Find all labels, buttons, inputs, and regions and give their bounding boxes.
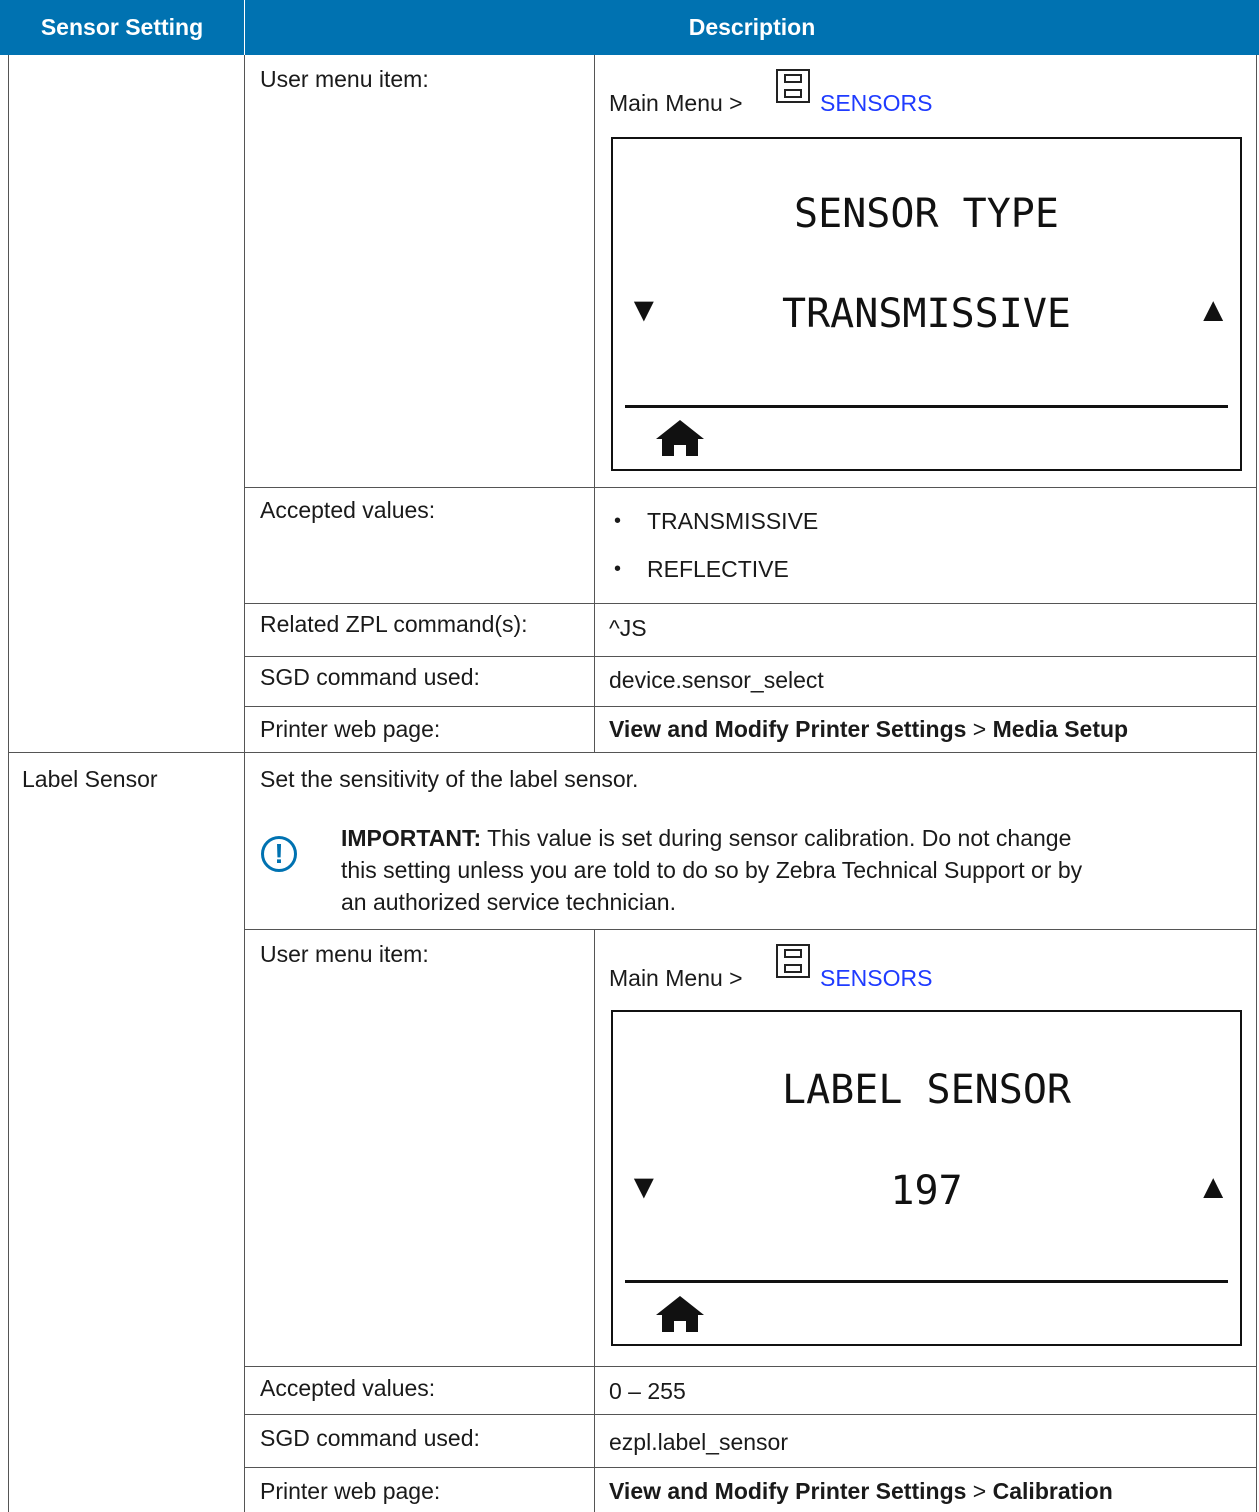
setting-intro: Set the sensitivity of the label sensor. [260, 766, 639, 792]
menu-path-prefix: Main Menu > [609, 90, 743, 116]
sensors-menu-icon [776, 69, 810, 103]
sgd-command-label: SGD command used: [260, 664, 480, 690]
sgd-command-label: SGD command used: [260, 1425, 480, 1451]
menu-path: Main Menu > [609, 964, 743, 992]
display-divider [625, 405, 1228, 408]
web-path-part: View and Modify Printer Settings [609, 1478, 967, 1504]
printer-web-page-label: Printer web page: [260, 716, 441, 742]
accepted-values-value: 0 – 255 [609, 1378, 686, 1404]
accepted-values-label: Accepted values: [260, 1375, 436, 1401]
user-menu-label: User menu item: [260, 66, 429, 92]
important-icon: ! [261, 836, 297, 872]
display-title: LABEL SENSOR [782, 1067, 1071, 1113]
row-divider [244, 487, 1256, 488]
accepted-value-item: TRANSMISSIVE [647, 508, 819, 534]
menu-path: Main Menu > [609, 89, 743, 117]
home-icon[interactable] [654, 1294, 706, 1334]
sgd-command-value: device.sensor_select [609, 667, 824, 693]
zpl-command-value: ^JS [609, 615, 647, 641]
row-divider [244, 1467, 1256, 1468]
column-header-description: Description [245, 0, 1259, 55]
bullet: • [614, 510, 622, 532]
printer-web-page-path: View and Modify Printer Settings > Calib… [609, 1477, 1113, 1505]
printer-web-page-path: View and Modify Printer Settings > Media… [609, 715, 1128, 743]
table-border [8, 55, 9, 1512]
web-path-separator: > [966, 716, 993, 742]
row-divider [8, 752, 1256, 753]
row-divider [244, 603, 1256, 604]
user-menu-label: User menu item: [260, 941, 429, 967]
table-border [244, 55, 245, 1512]
row-divider [244, 929, 1256, 930]
printer-display: SENSOR TYPE ▼ TRANSMISSIVE ▲ [611, 137, 1242, 471]
bullet: • [614, 558, 622, 580]
up-arrow-icon[interactable]: ▲ [1196, 291, 1230, 330]
web-path-part: Media Setup [992, 716, 1129, 742]
table-border [594, 55, 595, 752]
zpl-command-label: Related ZPL command(s): [260, 611, 528, 637]
printer-web-page-label: Printer web page: [260, 1478, 441, 1504]
important-note-line: IMPORTANT: This value is set during sens… [341, 824, 1071, 852]
row-divider [244, 1366, 1256, 1367]
display-value: TRANSMISSIVE [782, 291, 1071, 337]
home-icon[interactable] [654, 418, 706, 458]
sensor-setting-name: Label Sensor [22, 766, 158, 792]
table-border [594, 929, 595, 1512]
web-path-part: View and Modify Printer Settings [609, 716, 967, 742]
web-path-separator: > [966, 1478, 993, 1504]
row-divider [244, 1414, 1256, 1415]
column-header-sensor-setting: Sensor Setting [0, 0, 244, 55]
important-note-line: an authorized service technician. [341, 889, 676, 915]
up-arrow-icon[interactable]: ▲ [1196, 1168, 1230, 1207]
row-divider [244, 706, 1256, 707]
accepted-value-item: REFLECTIVE [647, 556, 789, 582]
table-border [1256, 55, 1257, 1512]
important-label: IMPORTANT: [341, 825, 482, 851]
web-path-part: Calibration [992, 1478, 1113, 1504]
printer-display: LABEL SENSOR ▼ 197 ▲ [611, 1010, 1242, 1346]
display-value: 197 [890, 1168, 963, 1214]
important-note-line: this setting unless you are told to do s… [341, 857, 1083, 883]
menu-path-prefix: Main Menu > [609, 965, 743, 991]
important-text: This value is set during sensor calibrat… [481, 825, 1072, 851]
accepted-values-label: Accepted values: [260, 497, 436, 523]
sensors-menu-icon [776, 944, 810, 978]
display-title: SENSOR TYPE [794, 191, 1059, 237]
sensors-link[interactable]: SENSORS [820, 964, 932, 992]
display-divider [625, 1280, 1228, 1283]
sgd-command-value: ezpl.label_sensor [609, 1429, 789, 1455]
sensors-link[interactable]: SENSORS [820, 89, 932, 117]
row-divider [244, 656, 1256, 657]
